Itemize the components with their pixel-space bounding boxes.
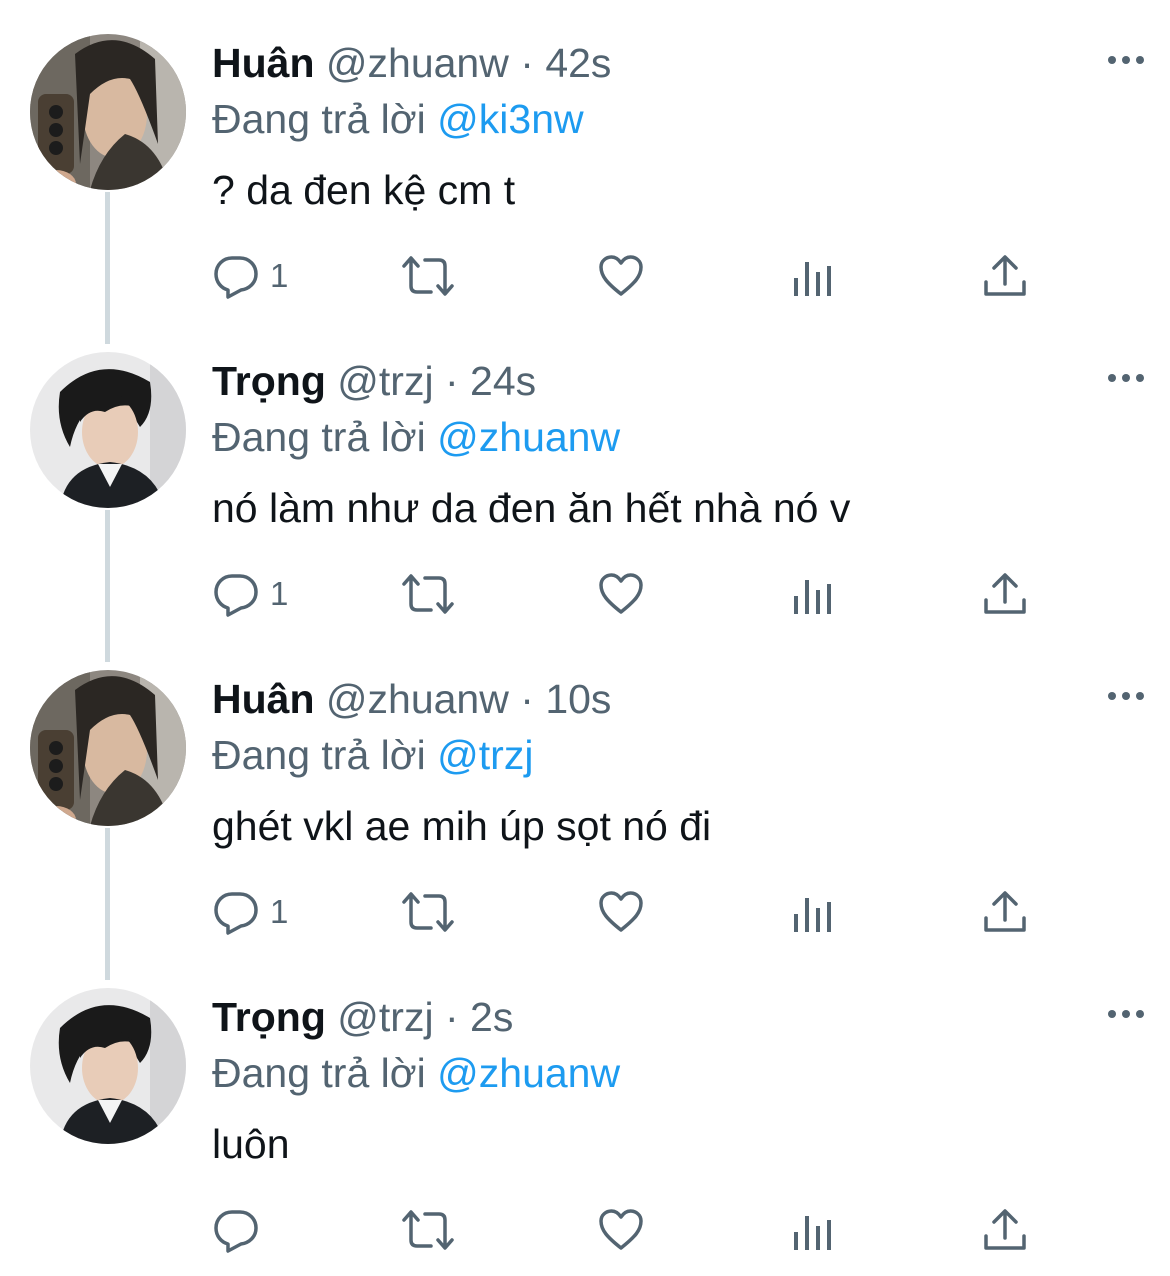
like-button[interactable] [597,568,645,620]
timestamp[interactable]: 42s [545,40,611,86]
replying-to-handle[interactable]: @zhuanw [437,414,620,460]
retweet-button[interactable] [400,568,456,620]
share-button[interactable] [982,568,1028,620]
reply-count: 1 [270,893,289,930]
tweet-text: luôn [212,1121,290,1167]
avatar[interactable] [30,34,186,190]
username[interactable]: @trzj [337,994,433,1040]
username[interactable]: @zhuanw [326,676,509,722]
views-icon [794,1216,831,1250]
views-button[interactable] [792,1204,836,1256]
share-icon [984,255,1026,296]
replying-to-label: Đang trả lời [212,732,426,778]
tweet-header: Trọng @trzj · 2s [212,992,513,1042]
timestamp[interactable]: 24s [470,358,536,404]
share-button[interactable] [982,250,1028,302]
views-icon [794,580,831,614]
replying-to-handle[interactable]: @ki3nw [437,96,583,142]
retweet-icon [402,1210,454,1250]
reply-icon [214,892,258,935]
tweet-text: ghét vkl ae mih úp sọt nó đi [212,803,712,849]
heart-icon [599,255,643,296]
avatar-huan-image [30,34,186,190]
views-icon [794,262,831,296]
display-name[interactable]: Huân [212,676,315,722]
avatar-trong-image [30,988,186,1144]
reply-button[interactable]: 1 [212,568,288,620]
avatar[interactable] [30,988,186,1144]
tweet-text: ? da đen kệ cm t [212,167,516,213]
replying-to: Đang trả lời @ki3nw [212,94,584,144]
reply-button[interactable]: 1 [212,250,288,302]
tweet[interactable]: Huân @zhuanw · 10s Đang trả lời @trzj gh… [0,636,1170,954]
more-horizontal-icon[interactable] [1106,1004,1146,1024]
avatar[interactable] [30,670,186,826]
tweet-actions: 1 [212,568,1042,620]
meta-separator: · [444,358,459,404]
retweet-icon [402,256,454,296]
reply-count: 1 [270,257,289,294]
reply-count: 1 [270,575,289,612]
like-button[interactable] [597,250,645,302]
retweet-icon [402,574,454,614]
reply-button[interactable]: 1 [212,886,288,938]
tweet-header: Huân @zhuanw · 42s [212,38,611,88]
username[interactable]: @trzj [337,358,433,404]
avatar[interactable] [30,352,186,508]
views-button[interactable] [792,250,836,302]
replying-to-label: Đang trả lời [212,414,426,460]
share-button[interactable] [982,1204,1028,1256]
replying-to: Đang trả lời @zhuanw [212,412,620,462]
heart-icon [599,573,643,614]
views-icon [794,898,831,932]
share-icon [984,573,1026,614]
tweet[interactable]: Trọng @trzj · 2s Đang trả lời @zhuanw lu… [0,954,1170,1272]
share-icon [984,1209,1026,1250]
like-button[interactable] [597,1204,645,1256]
views-button[interactable] [792,886,836,938]
avatar-huan-image [30,670,186,826]
replying-to: Đang trả lời @zhuanw [212,1048,620,1098]
tweet-text: nó làm như da đen ăn hết nhà nó v [212,485,851,531]
share-button[interactable] [982,886,1028,938]
timestamp[interactable]: 10s [545,676,611,722]
more-horizontal-icon[interactable] [1106,50,1146,70]
reply-icon [214,574,258,617]
replying-to-handle[interactable]: @zhuanw [437,1050,620,1096]
avatar-trong-image [30,352,186,508]
display-name[interactable]: Trọng [212,358,326,404]
retweet-icon [402,892,454,932]
meta-separator: · [520,40,534,86]
retweet-button[interactable] [400,250,456,302]
replying-to-label: Đang trả lời [212,96,426,142]
retweet-button[interactable] [400,886,456,938]
tweet[interactable]: Huân @zhuanw · 42s Đang trả lời @ki3nw ?… [0,0,1170,318]
tweet-actions: 1 [212,250,1042,302]
display-name[interactable]: Huân [212,40,315,86]
reply-icon [214,1210,258,1253]
views-button[interactable] [792,568,836,620]
heart-icon [599,891,643,932]
tweet[interactable]: Trọng @trzj · 24s Đang trả lời @zhuanw n… [0,318,1170,636]
meta-separator: · [520,676,534,722]
timestamp[interactable]: 2s [470,994,513,1040]
reply-button[interactable] [212,1204,270,1256]
replying-to: Đang trả lời @trzj [212,730,533,780]
username[interactable]: @zhuanw [326,40,509,86]
heart-icon [599,1209,643,1250]
share-icon [984,891,1026,932]
like-button[interactable] [597,886,645,938]
meta-separator: · [444,994,459,1040]
more-horizontal-icon[interactable] [1106,686,1146,706]
replying-to-label: Đang trả lời [212,1050,426,1096]
reply-icon [214,256,258,299]
retweet-button[interactable] [400,1204,456,1256]
tweet-actions [212,1204,1042,1256]
tweet-actions: 1 [212,886,1042,938]
more-horizontal-icon[interactable] [1106,368,1146,388]
tweet-header: Trọng @trzj · 24s [212,356,536,406]
replying-to-handle[interactable]: @trzj [437,732,533,778]
tweet-header: Huân @zhuanw · 10s [212,674,611,724]
display-name[interactable]: Trọng [212,994,326,1040]
